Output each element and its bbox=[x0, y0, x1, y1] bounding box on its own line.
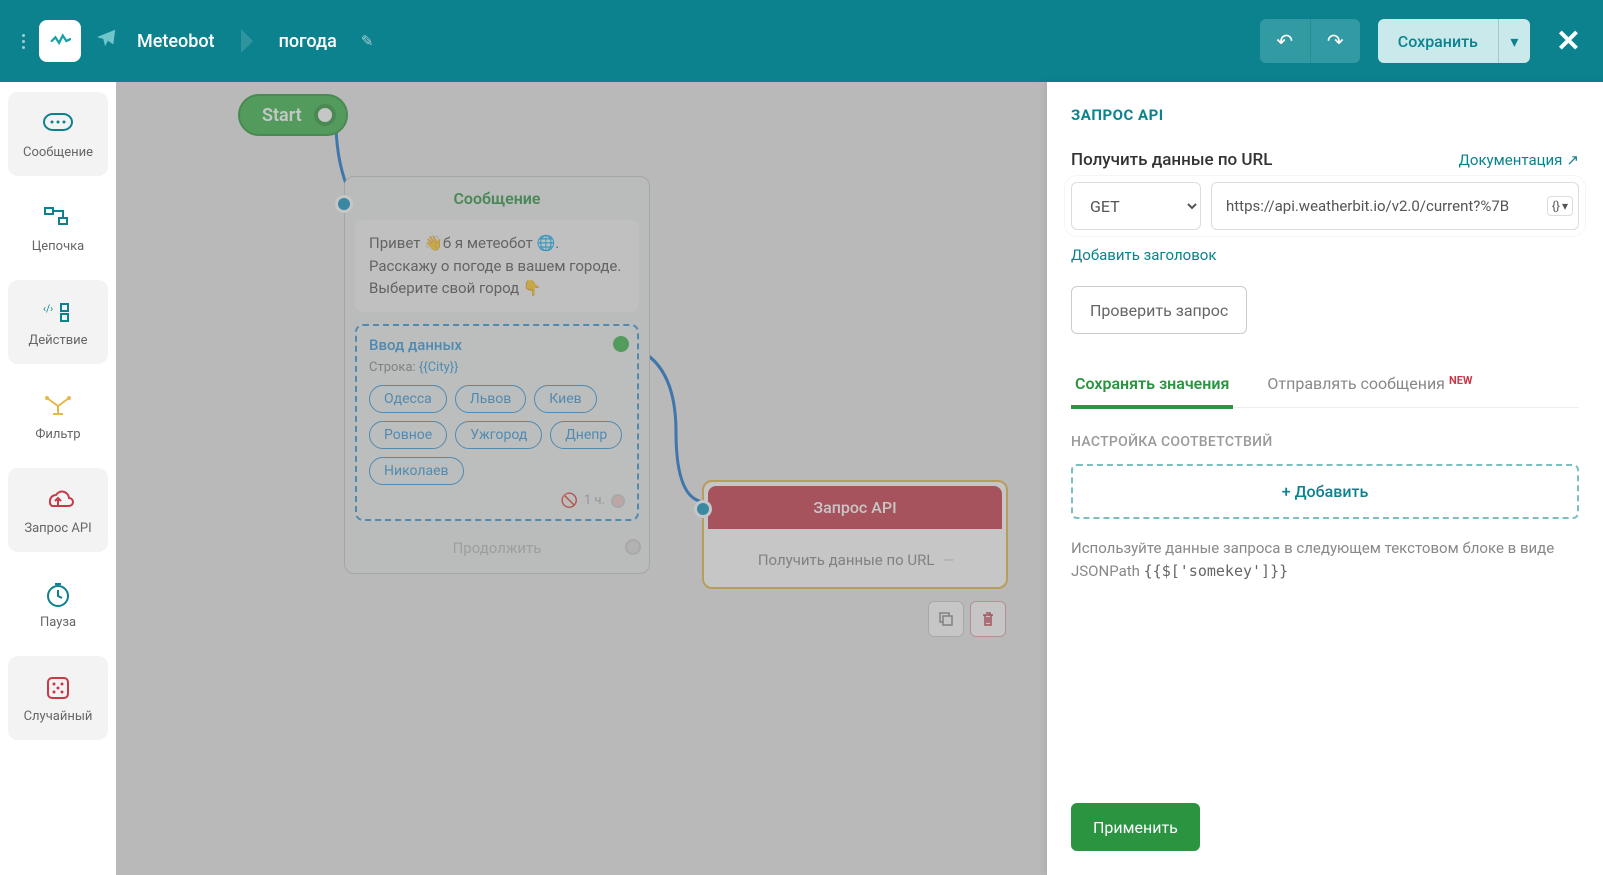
sidebar-item-label: Случайный bbox=[24, 709, 93, 724]
save-button[interactable]: Сохранить bbox=[1378, 19, 1498, 63]
external-link-icon: ↗ bbox=[1566, 151, 1579, 169]
sidebar-item-chain[interactable]: Цепочка bbox=[8, 186, 108, 270]
filter-icon bbox=[40, 391, 76, 421]
bot-name[interactable]: Meteobot bbox=[137, 31, 215, 52]
cloud-api-icon bbox=[40, 485, 76, 515]
sidebar-item-api[interactable]: Запрос API bbox=[8, 468, 108, 552]
sidebar-item-label: Действие bbox=[28, 333, 87, 348]
http-method-select[interactable]: GET bbox=[1071, 182, 1201, 230]
save-group: Сохранить ▾ bbox=[1378, 19, 1530, 63]
sidebar-item-label: Пауза bbox=[40, 615, 76, 630]
sidebar-item-label: Сообщение bbox=[23, 145, 93, 160]
dice-icon bbox=[40, 673, 76, 703]
panel-subtitle: Получить данные по URL bbox=[1071, 150, 1272, 170]
apply-button[interactable]: Применить bbox=[1071, 803, 1200, 851]
panel-title: ЗАПРОС API bbox=[1071, 106, 1579, 124]
close-icon[interactable]: ✕ bbox=[1556, 24, 1581, 59]
sidebar-item-action[interactable]: ‹/› Действие bbox=[8, 280, 108, 364]
save-dropdown-button[interactable]: ▾ bbox=[1498, 19, 1530, 63]
topbar: Meteobot погода ✎ ↶ ↷ Сохранить ▾ ✕ bbox=[0, 0, 1603, 82]
undo-redo-group: ↶ ↷ bbox=[1260, 19, 1360, 63]
app-logo[interactable] bbox=[39, 20, 81, 62]
flow-name[interactable]: погода bbox=[279, 31, 337, 52]
breadcrumb-separator-icon bbox=[241, 29, 253, 53]
add-mapping-button[interactable]: + Добавить bbox=[1071, 464, 1579, 519]
tabs: Сохранять значения Отправлять сообщенияN… bbox=[1071, 374, 1579, 408]
tab-send-messages[interactable]: Отправлять сообщенияNEW bbox=[1263, 374, 1476, 407]
braces-icon: {} bbox=[1552, 199, 1560, 213]
sidebar-item-label: Фильтр bbox=[35, 427, 80, 442]
hint-text: Используйте данные запроса в следующем т… bbox=[1071, 537, 1579, 582]
svg-text:‹/›: ‹/› bbox=[43, 304, 53, 315]
url-input[interactable] bbox=[1211, 182, 1579, 230]
chain-icon bbox=[40, 203, 76, 233]
sidebar-item-label: Запрос API bbox=[24, 521, 91, 536]
undo-button[interactable]: ↶ bbox=[1260, 19, 1310, 63]
new-badge: NEW bbox=[1449, 374, 1473, 387]
right-panel: ЗАПРОС API Получить данные по URL Докуме… bbox=[1047, 82, 1603, 875]
pencil-icon[interactable]: ✎ bbox=[361, 32, 374, 50]
test-request-button[interactable]: Проверить запрос bbox=[1071, 286, 1247, 334]
add-header-link[interactable]: Добавить заголовок bbox=[1071, 246, 1216, 264]
insert-variable-button[interactable]: {} ▾ bbox=[1547, 196, 1573, 216]
telegram-icon bbox=[95, 27, 117, 55]
clock-icon bbox=[40, 579, 76, 609]
sidebar: Сообщение Цепочка ‹/› Действие Фильтр За… bbox=[0, 82, 116, 875]
sidebar-item-pause[interactable]: Пауза bbox=[8, 562, 108, 646]
tab-save-values[interactable]: Сохранять значения bbox=[1071, 374, 1233, 407]
sidebar-item-random[interactable]: Случайный bbox=[8, 656, 108, 740]
action-icon: ‹/› bbox=[40, 297, 76, 327]
drag-handle-icon[interactable] bbox=[22, 34, 25, 49]
sidebar-item-filter[interactable]: Фильтр bbox=[8, 374, 108, 458]
chevron-down-icon: ▾ bbox=[1562, 199, 1568, 213]
documentation-link[interactable]: Документация ↗ bbox=[1459, 151, 1579, 169]
message-icon bbox=[40, 109, 76, 139]
sidebar-item-message[interactable]: Сообщение bbox=[8, 92, 108, 176]
sidebar-item-label: Цепочка bbox=[32, 239, 85, 254]
mapping-heading: НАСТРОЙКА СООТВЕТСТВИЙ bbox=[1071, 434, 1579, 450]
redo-button[interactable]: ↷ bbox=[1310, 19, 1360, 63]
